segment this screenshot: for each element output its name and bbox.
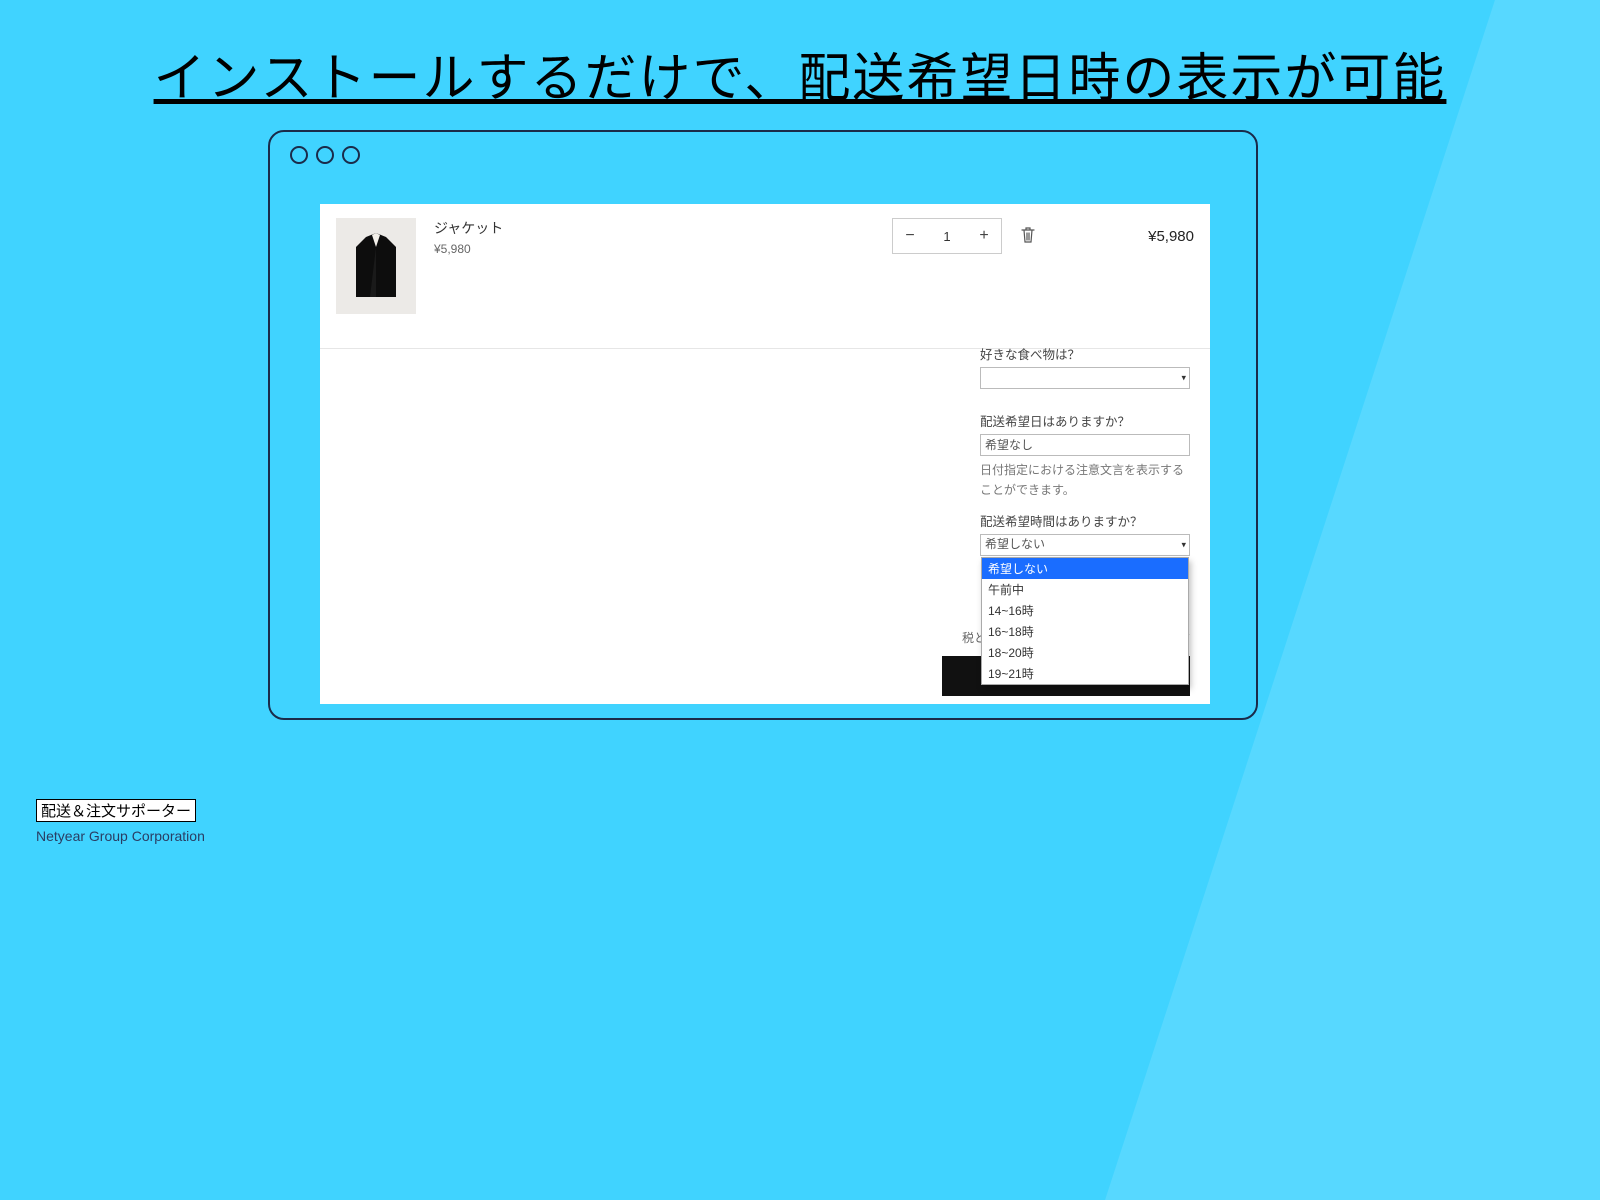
qty-increase-button[interactable]: + (967, 219, 1001, 253)
product-thumbnail (336, 218, 416, 314)
time-option[interactable]: 19~21時 (982, 663, 1188, 684)
window-controls (290, 146, 360, 164)
delivery-time-select[interactable]: 希望しない ▾ 希望しない 午前中 14~16時 16~18時 18~20時 1… (980, 534, 1190, 556)
line-total: ¥5,980 (1084, 228, 1194, 245)
quantity-stepper: − 1 + (892, 218, 1002, 254)
cart-line-item: ジャケット ¥5,980 − 1 + ¥5,980 (320, 204, 1210, 349)
time-option[interactable]: 午前中 (982, 579, 1188, 600)
qty-decrease-button[interactable]: − (893, 219, 927, 253)
brand-company: Netyear Group Corporation (36, 828, 205, 844)
fav-food-label: 好きな食べ物は？ (980, 344, 1190, 363)
page-content: ジャケット ¥5,980 − 1 + ¥5,980 好きな食べ物は？ (320, 204, 1210, 704)
delivery-time-label: 配送希望時間はありますか？ (980, 511, 1190, 530)
window-dot[interactable] (290, 146, 308, 164)
delivery-date-input[interactable]: 希望なし (980, 434, 1190, 456)
page-headline: インストールするだけで、配送希望日時の表示が可能 (0, 36, 1600, 111)
fav-food-select[interactable]: ▾ (980, 367, 1190, 389)
product-unit-price: ¥5,980 (434, 242, 734, 256)
browser-window: ジャケット ¥5,980 − 1 + ¥5,980 好きな食べ物は？ (268, 130, 1258, 720)
time-option[interactable]: 希望しない (982, 558, 1188, 579)
window-dot[interactable] (342, 146, 360, 164)
chevron-down-icon: ▾ (1181, 373, 1186, 384)
brand-plate: 配送＆注文サポーター (36, 799, 196, 822)
chevron-down-icon: ▾ (1181, 539, 1186, 550)
product-name: ジャケット (434, 218, 734, 238)
delivery-date-hint: 日付指定における注意文言を表示することができます。 (980, 460, 1190, 501)
time-option[interactable]: 16~18時 (982, 621, 1188, 642)
time-option[interactable]: 18~20時 (982, 642, 1188, 663)
time-option[interactable]: 14~16時 (982, 600, 1188, 621)
delivery-time-value: 希望しない (985, 537, 1045, 551)
delivery-time-options: 希望しない 午前中 14~16時 16~18時 18~20時 19~21時 (981, 557, 1189, 685)
remove-item-button[interactable] (1020, 226, 1036, 247)
footer-brand: 配送＆注文サポーター Netyear Group Corporation (36, 799, 205, 844)
qty-value: 1 (927, 229, 967, 244)
trash-icon (1020, 226, 1036, 244)
delivery-date-label: 配送希望日はありますか？ (980, 411, 1190, 430)
jacket-icon (346, 227, 406, 305)
window-dot[interactable] (316, 146, 334, 164)
checkout-options: 好きな食べ物は？ ▾ 配送希望日はありますか？ 希望なし 日付指定における注意文… (980, 344, 1190, 556)
